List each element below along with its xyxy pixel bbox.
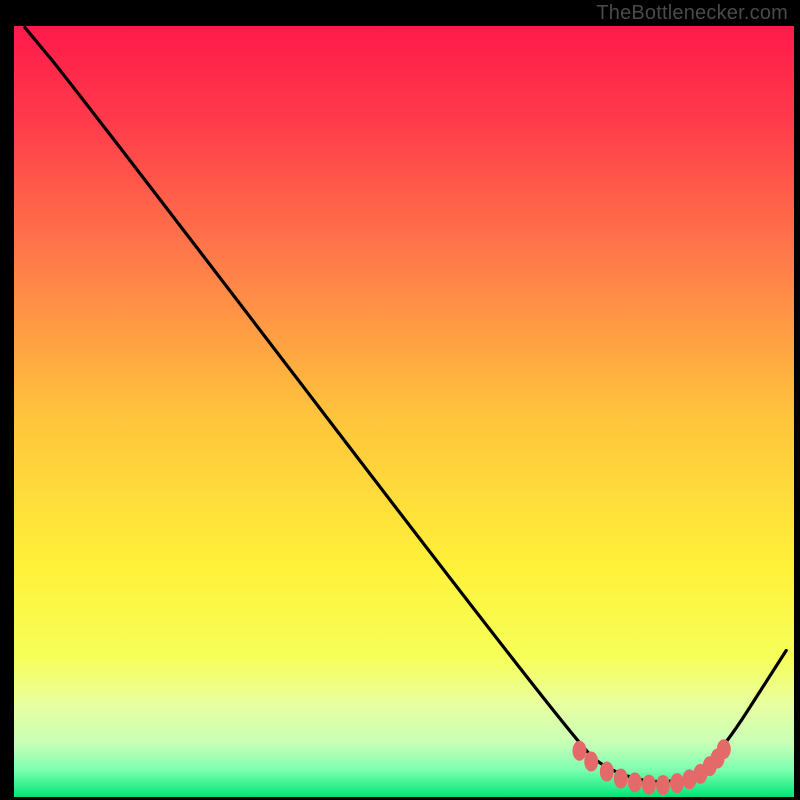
curve-marker (670, 773, 684, 793)
curve-marker (656, 775, 670, 795)
curve-marker (628, 772, 642, 792)
curve-marker (614, 768, 628, 788)
gradient-background (14, 26, 794, 797)
curve-marker (600, 762, 614, 782)
curve-marker (642, 775, 656, 795)
bottleneck-chart (0, 0, 800, 800)
curve-marker (573, 741, 587, 761)
chart-stage: TheBottlenecker.com (0, 0, 800, 800)
curve-marker (717, 739, 731, 759)
watermark-text: TheBottlenecker.com (596, 2, 788, 25)
curve-marker (584, 752, 598, 772)
